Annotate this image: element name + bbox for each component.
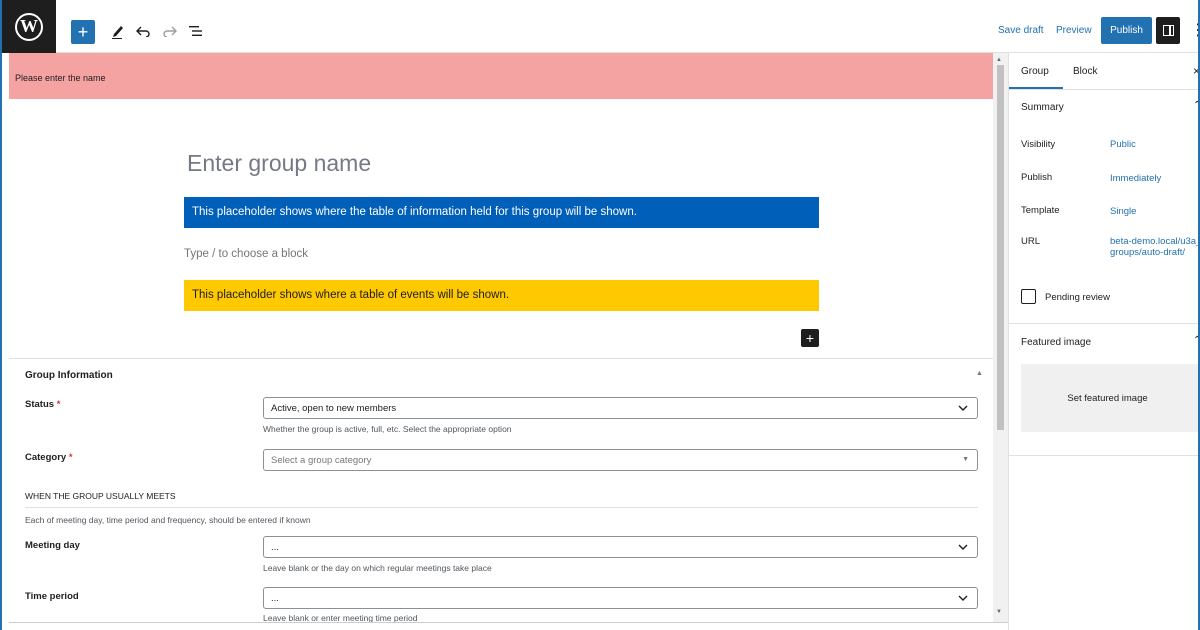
summary-panel-title[interactable]: Summary xyxy=(1021,102,1064,113)
scroll-up-arrow-icon[interactable]: ▲ xyxy=(996,57,1002,63)
tab-group[interactable]: Group xyxy=(1021,66,1049,77)
url-value[interactable]: beta-demo.local/u3a_groups/auto-draft/ xyxy=(1110,236,1198,258)
chevron-up-icon[interactable]: ⌃ xyxy=(1193,335,1198,346)
plus-icon: + xyxy=(805,330,815,346)
metabox-collapse-icon[interactable]: ▲ xyxy=(976,370,983,377)
category-select[interactable]: Select a group category ▼ xyxy=(263,449,978,471)
list-view-icon xyxy=(189,26,202,36)
set-featured-image-button[interactable]: Set featured image xyxy=(1021,364,1198,432)
wordpress-logo-icon: W xyxy=(15,12,43,41)
meeting-day-select[interactable]: ... xyxy=(263,536,978,558)
error-notice: Please enter the name xyxy=(9,53,993,99)
pending-review-label[interactable]: Pending review xyxy=(1045,292,1110,303)
chevron-up-icon[interactable]: ⌃ xyxy=(1193,100,1198,111)
url-label: URL xyxy=(1021,236,1041,247)
options-menu-icon[interactable]: ⋮ xyxy=(1190,20,1198,40)
editor-window: W + Save draft Preview Publish Please en… xyxy=(0,0,1200,630)
sidebar-icon xyxy=(1162,25,1174,36)
list-view-button[interactable] xyxy=(186,19,206,43)
template-value[interactable]: Single xyxy=(1110,206,1136,217)
publish-value[interactable]: Immediately xyxy=(1110,173,1161,184)
divider xyxy=(25,507,978,508)
redo-button[interactable] xyxy=(160,19,180,43)
pending-review-checkbox[interactable] xyxy=(1021,289,1036,304)
settings-toggle-button[interactable] xyxy=(1156,17,1180,44)
editor-canvas xyxy=(9,99,993,358)
category-label: Category * xyxy=(25,452,73,463)
status-help: Whether the group is active, full, etc. … xyxy=(263,424,512,434)
post-title-input[interactable]: Enter group name xyxy=(187,150,371,177)
scroll-thumb[interactable] xyxy=(997,65,1004,430)
block-appender-prompt[interactable]: Type / to choose a block xyxy=(184,248,308,260)
template-label: Template xyxy=(1021,205,1060,216)
preview-button[interactable]: Preview xyxy=(1056,25,1092,36)
visibility-value[interactable]: Public xyxy=(1110,139,1136,150)
edit-mode-button[interactable] xyxy=(109,19,127,43)
chevron-down-icon xyxy=(958,405,968,411)
meeting-day-label: Meeting day xyxy=(25,540,80,551)
status-select[interactable]: Active, open to new members xyxy=(263,397,978,419)
editor-scrollbar[interactable]: ▲ ▼ xyxy=(993,53,1008,623)
error-notice-text: Please enter the name xyxy=(15,73,106,83)
top-toolbar: W + Save draft Preview Publish xyxy=(2,0,1198,53)
featured-image-panel-title[interactable]: Featured image xyxy=(1021,337,1091,348)
close-sidebar-icon[interactable]: × xyxy=(1193,64,1198,78)
metabox-title[interactable]: Group Information xyxy=(25,370,113,381)
info-table-placeholder[interactable]: This placeholder shows where the table o… xyxy=(184,197,819,228)
chevron-down-icon xyxy=(958,544,968,550)
redo-icon xyxy=(163,26,177,37)
time-period-select[interactable]: ... xyxy=(263,587,978,609)
publish-label: Publish xyxy=(1021,172,1053,183)
divider xyxy=(1009,455,1198,456)
meets-section-description: Each of meeting day, time period and fre… xyxy=(25,515,311,525)
chevron-down-icon xyxy=(958,595,968,601)
undo-button[interactable] xyxy=(133,19,153,43)
dropdown-arrow-icon: ▼ xyxy=(962,456,969,463)
wordpress-logo-button[interactable]: W xyxy=(2,0,56,53)
tab-block[interactable]: Block xyxy=(1073,66,1097,77)
add-block-toggle-button[interactable]: + xyxy=(71,20,95,44)
save-draft-button[interactable]: Save draft xyxy=(998,25,1044,36)
meets-section-heading: WHEN THE GROUP USUALLY MEETS xyxy=(25,491,176,501)
pen-icon xyxy=(112,26,123,39)
events-table-placeholder[interactable]: This placeholder shows where a table of … xyxy=(184,280,819,311)
meeting-day-help: Leave blank or the day on which regular … xyxy=(263,563,492,573)
divider xyxy=(1009,323,1198,324)
time-period-label: Time period xyxy=(25,591,79,602)
publish-button[interactable]: Publish xyxy=(1101,17,1152,44)
scroll-down-arrow-icon[interactable]: ▼ xyxy=(996,609,1002,615)
status-label: Status * xyxy=(25,399,61,410)
visibility-label: Visibility xyxy=(1021,139,1056,150)
divider xyxy=(1009,89,1198,90)
undo-icon xyxy=(136,26,150,37)
add-block-button[interactable]: + xyxy=(801,329,819,347)
plus-icon: + xyxy=(77,21,89,42)
